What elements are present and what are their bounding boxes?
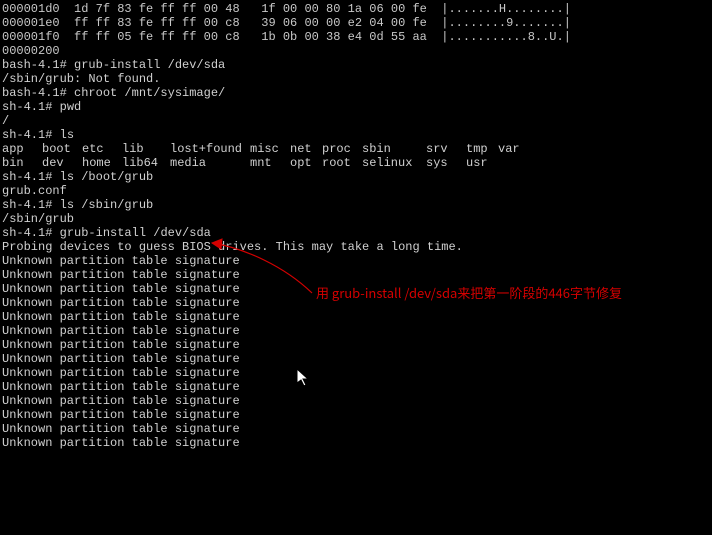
output-line: /sbin/grub: Not found. [2, 72, 160, 86]
prompt-line: sh-4.1# ls /sbin/grub [2, 198, 153, 212]
prompt-line: sh-4.1# pwd [2, 100, 81, 114]
ls-row: appbootetcliblost+foundmiscnetprocsbinsr… [2, 142, 530, 156]
prompt-line: bash-4.1# grub-install /dev/sda [2, 58, 225, 72]
prompt-line: sh-4.1# ls [2, 128, 74, 142]
hex-row: 000001d0 1d 7f 83 fe ff ff 00 48 1f 00 0… [2, 2, 571, 16]
hex-row: 000001f0 ff ff 05 fe ff ff 00 c8 1b 0b 0… [2, 30, 571, 44]
output-line: / [2, 114, 9, 128]
output-line: Probing devices to guess BIOS drives. Th… [2, 240, 463, 254]
prompt-line: bash-4.1# chroot /mnt/sysimage/ [2, 86, 225, 100]
ls-row: bindevhomelib64mediamntoptrootselinuxsys… [2, 156, 530, 170]
prompt-line: sh-4.1# ls /boot/grub [2, 170, 153, 184]
output-line: /sbin/grub [2, 212, 74, 226]
prompt-line: sh-4.1# grub-install /dev/sda [2, 226, 211, 240]
output-line: grub.conf [2, 184, 67, 198]
repeat-output: Unknown partition table signature Unknow… [2, 254, 240, 450]
hex-row: 000001e0 ff ff 83 fe ff ff 00 c8 39 06 0… [2, 16, 571, 30]
hex-row: 00000200 [2, 44, 60, 58]
terminal-output[interactable]: 000001d0 1d 7f 83 fe ff ff 00 48 1f 00 0… [0, 0, 712, 454]
